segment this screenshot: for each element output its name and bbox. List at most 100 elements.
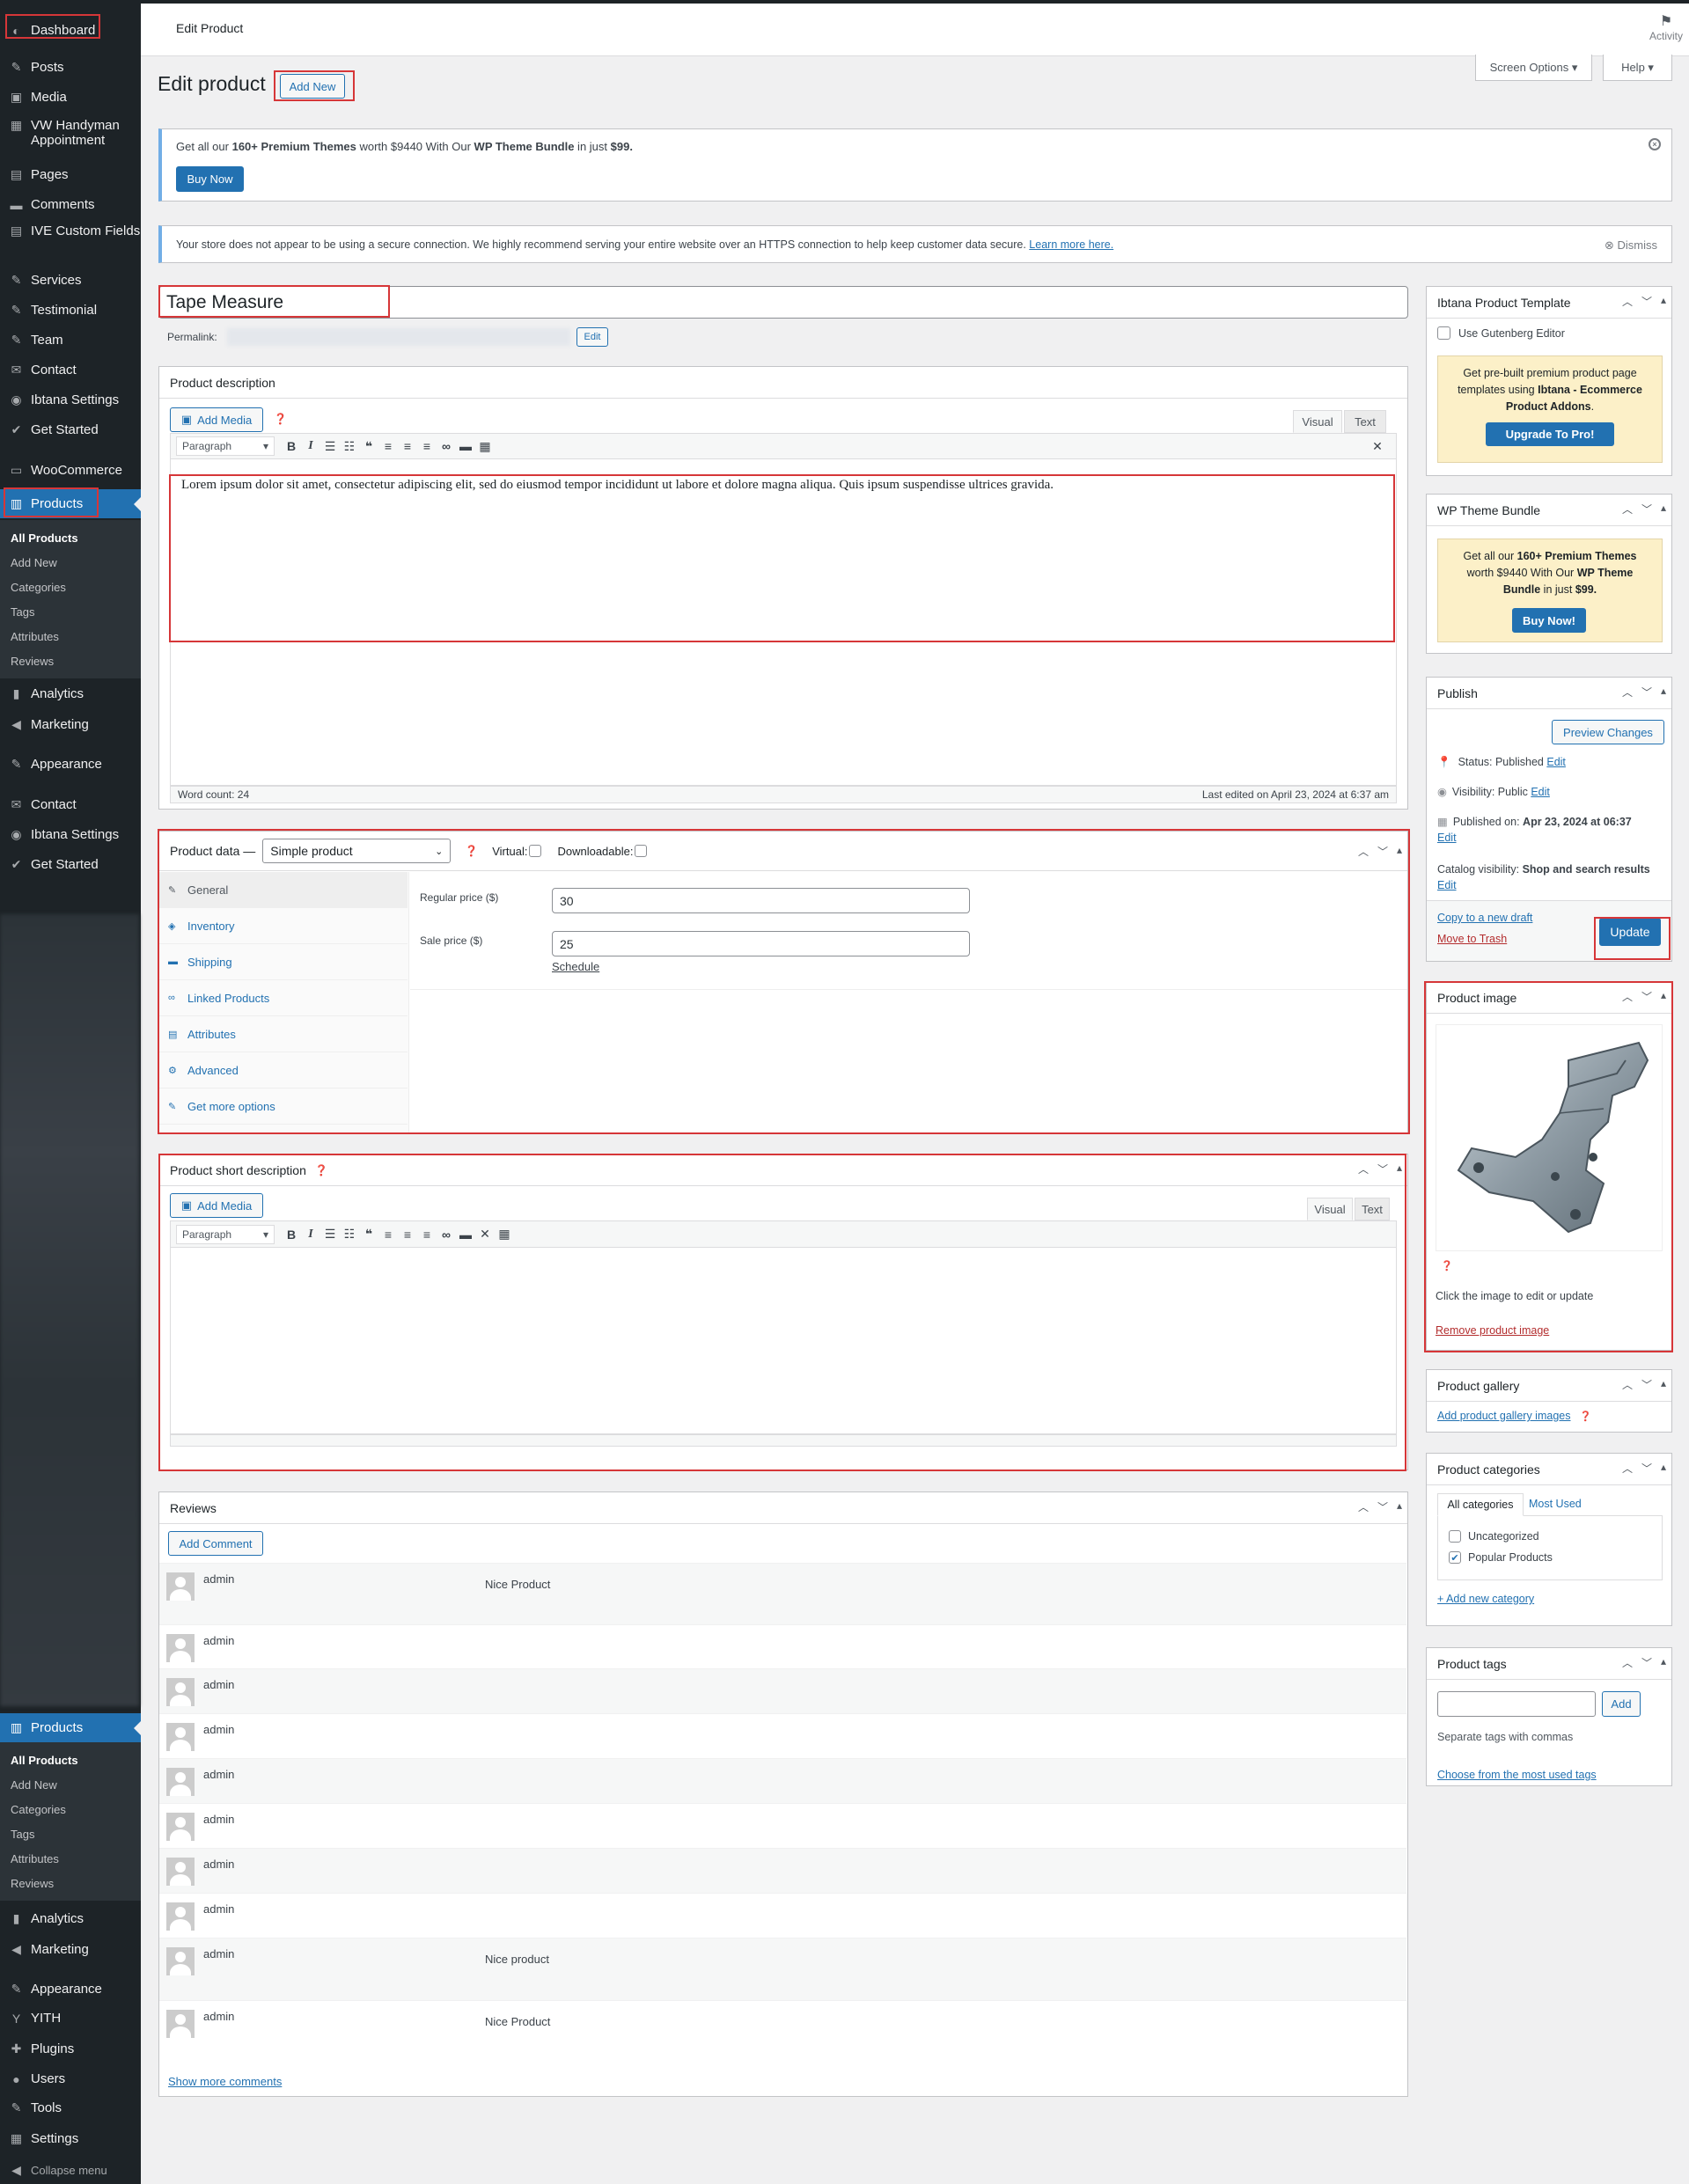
sidebar-item-users[interactable]: ● Users [0,2064,141,2093]
help-icon[interactable]: ❓ [465,845,478,857]
align-center-icon[interactable]: ≡ [398,439,417,453]
tab-all-categories[interactable]: All categories [1437,1493,1524,1516]
tag-input[interactable] [1437,1691,1596,1717]
sidebar-item-services[interactable]: ✎ Services [0,266,141,295]
collapse-icon[interactable]: ▴ [1661,502,1666,517]
collapse-icon[interactable]: ▴ [1661,685,1666,700]
submenu-categories[interactable]: Categories [0,1797,141,1821]
schedule-link[interactable]: Schedule [552,960,599,973]
sidebar-item-analytics[interactable]: ▮ Analytics [0,1904,141,1933]
tab-visual[interactable]: Visual [1293,410,1342,433]
sidebar-item-get-started[interactable]: ✔ Get Started [0,415,141,444]
regular-price-input[interactable]: 30 [552,888,970,913]
submenu-attributes[interactable]: Attributes [0,1846,141,1871]
format-select[interactable]: Paragraph ▾ [176,436,275,456]
bullet-list-icon[interactable]: ☰ [320,439,340,454]
upgrade-button[interactable]: Upgrade To Pro! [1486,422,1614,446]
buy-now-button[interactable]: Buy Now [176,166,244,192]
submenu-attributes[interactable]: Attributes [0,624,141,649]
sale-price-input[interactable]: 25 [552,931,970,956]
sidebar-item-tools[interactable]: ✎ Tools [0,2093,141,2122]
move-up-icon[interactable]: ︿ [1358,1162,1369,1176]
collapse-icon[interactable]: ▴ [1661,294,1666,309]
move-up-icon[interactable]: ︿ [1622,1377,1633,1392]
category-checkbox[interactable] [1449,1530,1461,1543]
sidebar-item-ibtana-settings[interactable]: ◉ Ibtana Settings [0,385,141,414]
submenu-reviews[interactable]: Reviews [0,649,141,673]
tab-shipping[interactable]: ▬ Shipping [159,944,408,980]
tab-advanced[interactable]: ⚙ Advanced [159,1052,408,1088]
status-edit-link[interactable]: Edit [1546,756,1566,768]
quote-icon[interactable]: ❝ [359,439,378,454]
sidebar-item-pages[interactable]: ▤ Pages [0,160,141,189]
sidebar-item-vw-handyman-appointment[interactable]: ▦ VW Handyman Appointment [0,114,141,151]
editor-resize-bar[interactable] [170,1434,1397,1447]
collapse-icon[interactable]: ▴ [1661,1377,1666,1392]
sidebar-item-appearance[interactable]: ✎ Appearance [0,1975,141,2004]
sidebar-item-collapse-menu[interactable]: ◀ Collapse menu [0,2156,141,2184]
activity-button[interactable]: ⚑ Activity [1647,12,1685,42]
add-category-link[interactable]: + Add new category [1437,1593,1534,1605]
short-description-editor[interactable] [170,1248,1397,1434]
numbered-list-icon[interactable]: ☷ [340,1227,359,1242]
move-to-trash-link[interactable]: Move to Trash [1437,933,1507,945]
move-down-icon[interactable]: ﹀ [1641,1655,1652,1670]
copy-draft-link[interactable]: Copy to a new draft [1437,912,1532,924]
sidebar-item-appearance[interactable]: ✎ Appearance [0,750,141,779]
collapse-icon[interactable]: ▴ [1397,844,1402,859]
bold-icon[interactable]: B [282,439,301,453]
move-down-icon[interactable]: ﹀ [1377,1162,1388,1176]
downloadable-checkbox[interactable] [635,845,648,857]
move-up-icon[interactable]: ︿ [1622,1655,1633,1670]
add-new-button[interactable]: Add New [280,74,345,99]
collapse-icon[interactable]: ▴ [1397,1162,1402,1176]
move-down-icon[interactable]: ﹀ [1641,1377,1652,1392]
sidebar-item-yith[interactable]: Y YITH [0,2004,141,2033]
move-up-icon[interactable]: ︿ [1358,1499,1369,1514]
buy-now-bundle-button[interactable]: Buy Now! [1512,608,1586,633]
fullscreen-icon[interactable]: ✕ [475,1227,495,1242]
align-right-icon[interactable]: ≡ [417,439,437,453]
virtual-checkbox[interactable] [529,845,542,857]
help-button[interactable]: Help ▾ [1603,55,1672,81]
add-media-button[interactable]: ▣ Add Media [170,407,263,432]
move-down-icon[interactable]: ﹀ [1641,989,1652,1004]
screen-options-button[interactable]: Screen Options ▾ [1475,55,1592,81]
italic-icon[interactable]: I [301,439,320,453]
sidebar-item-products[interactable]: ▥ Products [0,1713,141,1742]
preview-changes-button[interactable]: Preview Changes [1552,720,1664,744]
add-gallery-link[interactable]: Add product gallery images [1437,1410,1570,1422]
move-up-icon[interactable]: ︿ [1622,685,1633,700]
sidebar-item-comments[interactable]: ▬ Comments [0,190,141,219]
close-icon[interactable]: × [1649,138,1661,150]
quote-icon[interactable]: ❝ [359,1227,378,1242]
move-down-icon[interactable]: ﹀ [1641,1461,1652,1476]
category-item[interactable]: ✔ Popular Products [1449,1551,1553,1564]
product-image[interactable] [1436,1024,1663,1251]
tab-text[interactable]: Text [1355,1198,1390,1220]
sidebar-item-posts[interactable]: ✎ Posts [0,53,141,82]
move-down-icon[interactable]: ﹀ [1377,1499,1388,1514]
move-up-icon[interactable]: ︿ [1622,502,1633,517]
show-more-comments-link[interactable]: Show more comments [168,2075,282,2088]
permalink-edit-button[interactable]: Edit [576,327,608,347]
move-down-icon[interactable]: ﹀ [1641,502,1652,517]
sidebar-item-plugins[interactable]: ✚ Plugins [0,2034,141,2063]
sidebar-item-marketing[interactable]: ◀ Marketing [0,710,141,739]
submenu-categories[interactable]: Categories [0,575,141,599]
help-icon[interactable]: ❓ [1579,1411,1591,1422]
category-item[interactable]: Uncategorized [1449,1530,1539,1543]
gutenberg-checkbox[interactable] [1437,326,1450,340]
collapse-icon[interactable]: ▴ [1661,1461,1666,1476]
sidebar-item-testimonial[interactable]: ✎ Testimonial [0,296,141,325]
sidebar-item-settings[interactable]: ▦ Settings [0,2124,141,2153]
submenu-all-products[interactable]: All Products [0,525,141,550]
collapse-icon[interactable]: ▴ [1661,989,1666,1004]
tab-get-more-options[interactable]: ✎ Get more options [159,1088,408,1125]
bold-icon[interactable]: B [282,1228,301,1242]
help-icon[interactable]: ❓ [1441,1260,1453,1272]
more-tag-icon[interactable]: ▬ [456,1228,475,1242]
move-down-icon[interactable]: ﹀ [1641,294,1652,309]
sidebar-item-media[interactable]: ▣ Media [0,83,141,112]
visibility-edit-link[interactable]: Edit [1531,786,1550,798]
